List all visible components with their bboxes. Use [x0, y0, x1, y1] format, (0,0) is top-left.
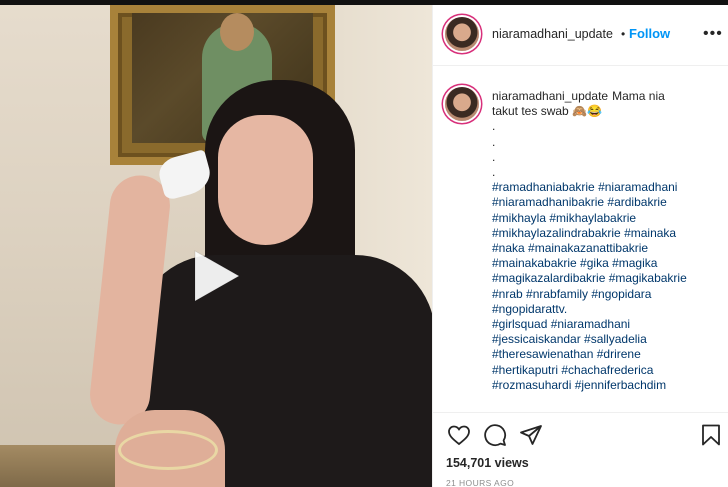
follow-button[interactable]: Follow: [629, 26, 670, 41]
hashtag-line[interactable]: #jessicaiskandar #sallyadelia: [492, 332, 722, 347]
hashtag-line[interactable]: #naka #mainakazanattibakrie: [492, 241, 722, 256]
share-icon[interactable]: [519, 423, 543, 447]
hashtag-line[interactable]: #girlsquad #niaramadhani: [492, 317, 722, 332]
caption-line: takut tes swab 🙈😂: [492, 104, 602, 119]
action-bar: 154,701 views 21 HOURS AGO: [433, 412, 728, 487]
hashtag-line[interactable]: #niaramadhanibakrie #ardibakrie: [492, 195, 722, 210]
caption: niaramadhani_update Mama nia takut tes sw…: [492, 89, 722, 393]
caption-line: .: [492, 119, 496, 134]
caption-text: Mama nia: [612, 89, 665, 103]
view-count[interactable]: 154,701 views: [446, 456, 529, 470]
timestamp[interactable]: 21 HOURS AGO: [446, 478, 514, 487]
caption-line: .: [492, 165, 496, 180]
hashtag-line[interactable]: #theresawienathan #drirene: [492, 347, 722, 362]
video-player[interactable]: [0, 5, 432, 487]
separator-dot: •: [621, 27, 626, 41]
caption-username[interactable]: niaramadhani_update: [492, 89, 608, 103]
caption-first-line: niaramadhani_update Mama nia: [492, 89, 722, 104]
avatar[interactable]: [445, 17, 479, 51]
hashtag-line[interactable]: #mikhaylazalindrabakrie #mainaka: [492, 226, 722, 241]
hashtag-line[interactable]: #nrab #nrabfamily #ngopidara: [492, 287, 722, 302]
heart-icon[interactable]: [447, 423, 471, 447]
caption-line: .: [492, 134, 496, 149]
hashtag-line[interactable]: #ramadhaniabakrie #niaramadhani: [492, 180, 722, 195]
hashtag-line[interactable]: #hertikaputri #chachafrederica: [492, 363, 722, 378]
hashtag-line[interactable]: #ngopidarattv.: [492, 302, 722, 317]
hashtag-line[interactable]: #mikhayla #mikhaylabakrie: [492, 211, 722, 226]
person-face: [218, 115, 313, 245]
comments-area[interactable]: niaramadhani_update Mama nia takut tes sw…: [433, 67, 728, 412]
comment-icon[interactable]: [483, 423, 507, 447]
post-panel: niaramadhani_update • Follow ••• niarama…: [432, 5, 728, 487]
hashtag-line[interactable]: #magikazalardibakrie #magikabakrie: [492, 271, 722, 286]
caption-avatar[interactable]: [445, 87, 479, 121]
bookmark-icon[interactable]: [699, 423, 723, 447]
rope: [118, 430, 218, 470]
play-icon[interactable]: [187, 247, 245, 305]
username-link[interactable]: niaramadhani_update: [492, 27, 613, 41]
hashtag-line[interactable]: #rozmasuhardi #jenniferbachdim: [492, 378, 722, 393]
post-header: niaramadhani_update • Follow •••: [433, 5, 728, 66]
painting-head: [220, 13, 254, 51]
hashtag-line[interactable]: #mainakabakrie #gika #magika: [492, 256, 722, 271]
caption-line: .: [492, 149, 496, 164]
more-options-icon[interactable]: •••: [703, 25, 723, 43]
